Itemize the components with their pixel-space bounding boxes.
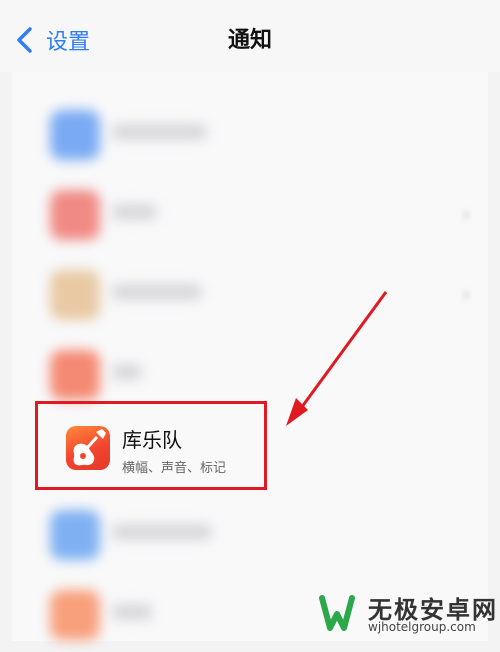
- app-icon: [50, 110, 100, 160]
- app-name-blurred: [112, 604, 152, 620]
- navigation-bar: 设置 通知: [0, 0, 500, 72]
- app-notification-list: › › 库乐队 横幅、声音、标记: [12, 72, 488, 641]
- brand-url: wjhotelgroup.com: [368, 620, 476, 634]
- app-icon: [50, 510, 100, 560]
- chevron-right-icon: ›: [462, 202, 470, 226]
- app-name-blurred: [112, 124, 207, 140]
- highlight-box: [35, 401, 267, 490]
- list-item[interactable]: [12, 332, 488, 412]
- app-name-blurred: [112, 284, 202, 300]
- watermark: 无极安卓网 wjhotelgroup.com: [314, 586, 500, 641]
- list-item[interactable]: [12, 92, 488, 172]
- list-item[interactable]: ›: [12, 172, 488, 252]
- app-icon: [50, 190, 100, 240]
- app-name-blurred: [112, 364, 142, 380]
- app-icon: [50, 590, 100, 640]
- app-icon: [50, 270, 100, 320]
- list-item[interactable]: [12, 492, 488, 572]
- app-name-blurred: [112, 204, 157, 220]
- page-title: 通知: [227, 28, 272, 53]
- chevron-right-icon: ›: [462, 282, 470, 306]
- brand-logo-icon: [319, 595, 355, 631]
- app-name-blurred: [112, 524, 212, 540]
- list-item[interactable]: ›: [12, 252, 488, 332]
- app-icon: [50, 350, 100, 400]
